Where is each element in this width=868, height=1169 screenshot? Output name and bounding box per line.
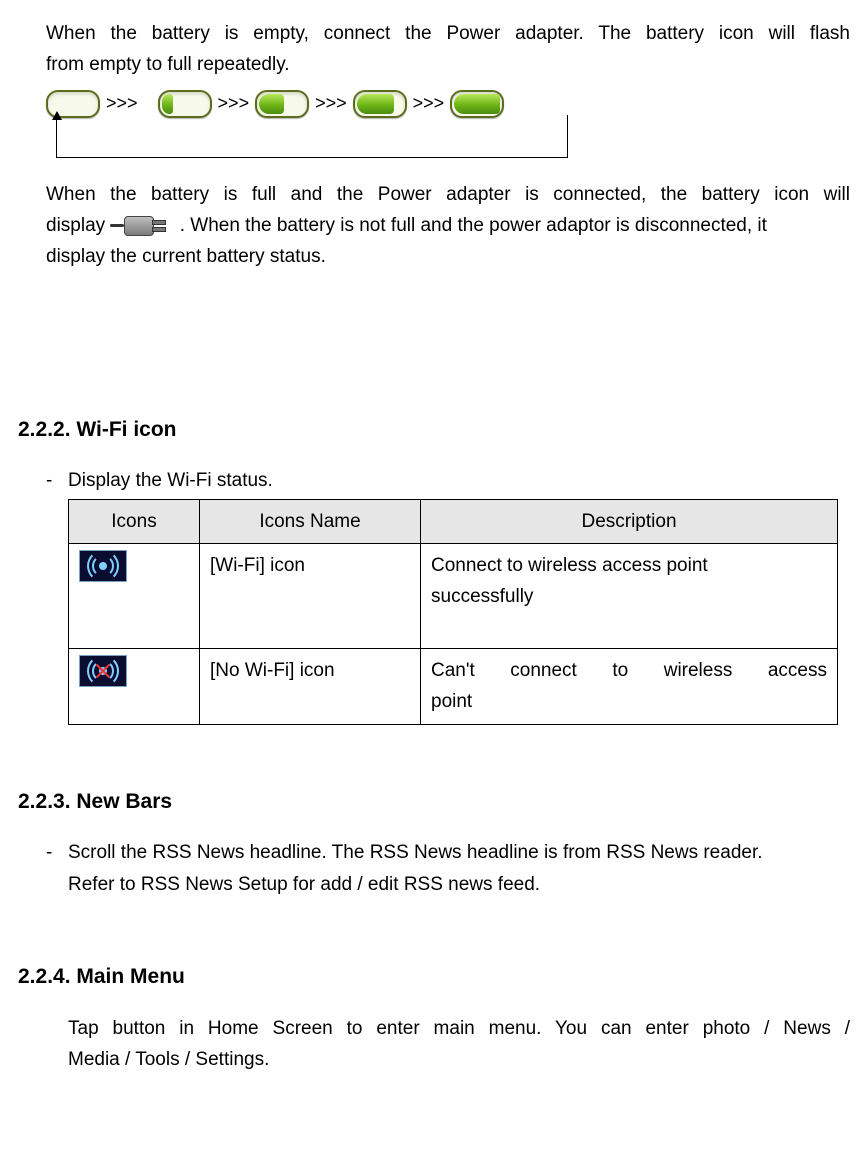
wifi-desc-line-1: Connect to wireless access point — [431, 550, 827, 581]
section-223-bullet: -Scroll the RSS News headline. The RSS N… — [46, 837, 850, 868]
nowifi-icon-cell — [69, 649, 200, 725]
nowifi-desc-line-1: Can't connect to wireless access — [431, 655, 827, 686]
intro-paragraph-2-line-1: When the battery is full and the Power a… — [46, 179, 850, 210]
intro-paragraph-1-line-2: from empty to full repeatedly. — [46, 49, 850, 80]
section-223-line-2: Refer to RSS News Setup for add / edit R… — [68, 869, 850, 900]
nowifi-desc-line-2: point — [431, 686, 827, 717]
table-row: [No Wi-Fi] icon Can't connect to wireles… — [69, 649, 838, 725]
section-224-line-1: Tap button in Home Screen to enter main … — [68, 1013, 850, 1044]
wifi-connected-icon — [79, 550, 127, 582]
bullet-dash: - — [46, 837, 68, 868]
intro-paragraph-2-line-3: display the current battery status. — [46, 241, 850, 272]
wifi-disconnected-icon — [79, 655, 127, 687]
intro-p2-prefix: display — [46, 215, 110, 236]
nowifi-icon-desc-cell: Can't connect to wireless access point — [421, 649, 838, 725]
section-222-bullet-text: Display the Wi-Fi status. — [68, 470, 273, 491]
table-header-description: Description — [421, 499, 838, 543]
power-plug-icon — [110, 212, 174, 240]
bullet-dash: - — [46, 465, 68, 496]
table-header-icons-name: Icons Name — [200, 499, 421, 543]
nowifi-icon-name-cell: [No Wi-Fi] icon — [200, 649, 421, 725]
wifi-icon-cell — [69, 544, 200, 649]
battery-50-icon — [255, 90, 309, 118]
table-header-row: Icons Icons Name Description — [69, 499, 838, 543]
battery-25-icon — [158, 90, 212, 118]
table-header-icons: Icons — [69, 499, 200, 543]
loop-arrow-head-icon — [52, 111, 62, 120]
section-224-heading: 2.2.4. Main Menu — [18, 960, 850, 995]
intro-p2-suffix: . When the battery is not full and the p… — [180, 215, 767, 236]
wifi-desc-line-2: successfully — [431, 581, 827, 612]
battery-75-icon — [353, 90, 407, 118]
section-223-line-1: Scroll the RSS News headline. The RSS Ne… — [68, 842, 763, 863]
intro-paragraph-1-line-1: When the battery is empty, connect the P… — [46, 18, 850, 49]
table-row: [Wi-Fi] icon Connect to wireless access … — [69, 544, 838, 649]
section-224-line-2: Media / Tools / Settings. — [68, 1044, 850, 1075]
wifi-icon-desc-cell: Connect to wireless access point success… — [421, 544, 838, 649]
wifi-icon-name-cell: [Wi-Fi] icon — [200, 544, 421, 649]
battery-charge-sequence: >>> >>> >>> >>> — [46, 89, 850, 169]
battery-full-icon — [450, 90, 504, 118]
wifi-icons-table: Icons Icons Name Description [Wi-Fi] ico… — [68, 499, 838, 725]
section-222-bullet: -Display the Wi-Fi status. — [46, 465, 850, 496]
loop-arrow-line — [56, 115, 568, 158]
section-223-heading: 2.2.3. New Bars — [18, 785, 850, 820]
section-222-heading: 2.2.2. Wi-Fi icon — [18, 413, 850, 448]
intro-paragraph-2-line-2: display . When the battery is not full a… — [46, 210, 850, 241]
